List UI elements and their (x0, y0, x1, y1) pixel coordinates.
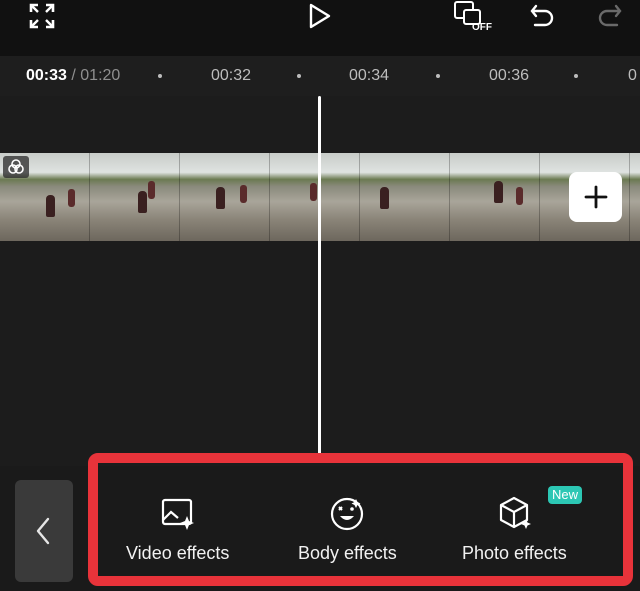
clip-frame (450, 153, 540, 241)
add-clip-button[interactable] (569, 172, 622, 222)
body-effects-label: Body effects (298, 543, 397, 563)
overlay-icon (3, 156, 29, 178)
body-effects-option[interactable]: Body effects (298, 494, 397, 564)
tick-label: 00:32 (211, 67, 252, 84)
photo-effects-label: Photo effects (462, 543, 567, 563)
tick-label: 00:36 (489, 67, 530, 84)
back-button[interactable] (15, 480, 73, 582)
photo-effects-icon (494, 494, 534, 534)
playhead[interactable] (318, 96, 321, 456)
tick-dot (436, 74, 440, 78)
total-time: / 01:20 (71, 67, 121, 84)
plus-icon (584, 185, 607, 209)
time-ruler: 00:33 / 01:20 00:32 00:34 00:36 0 (0, 56, 640, 96)
photo-effects-option[interactable]: Photo effects (462, 494, 567, 564)
tick-dot (297, 74, 301, 78)
clip-frame (360, 153, 450, 241)
new-badge: New (548, 486, 582, 504)
video-effects-option[interactable]: Video effects (126, 494, 229, 564)
play-icon[interactable] (305, 0, 335, 32)
body-effects-icon (327, 494, 367, 534)
tick-dot (574, 74, 578, 78)
clip-frame (270, 153, 360, 241)
clip-frame (90, 153, 180, 241)
undo-icon[interactable] (529, 0, 557, 32)
sync-off-button[interactable]: OFF (452, 0, 494, 36)
timecode: 00:33 / 01:20 (26, 67, 120, 85)
top-toolbar: OFF (0, 0, 640, 56)
fullscreen-icon[interactable] (28, 0, 56, 32)
clip-frame (180, 153, 270, 241)
tick-label-partial: 0 (628, 67, 637, 84)
sync-off-label: OFF (472, 22, 492, 33)
redo-icon[interactable] (595, 0, 623, 32)
video-effects-icon (158, 494, 198, 534)
tick-dot (158, 74, 162, 78)
current-time: 00:33 (26, 67, 67, 84)
video-effects-label: Video effects (126, 543, 230, 563)
chevron-left-icon (36, 517, 50, 545)
clip-frame (630, 153, 640, 241)
tick-label: 00:34 (349, 67, 390, 84)
